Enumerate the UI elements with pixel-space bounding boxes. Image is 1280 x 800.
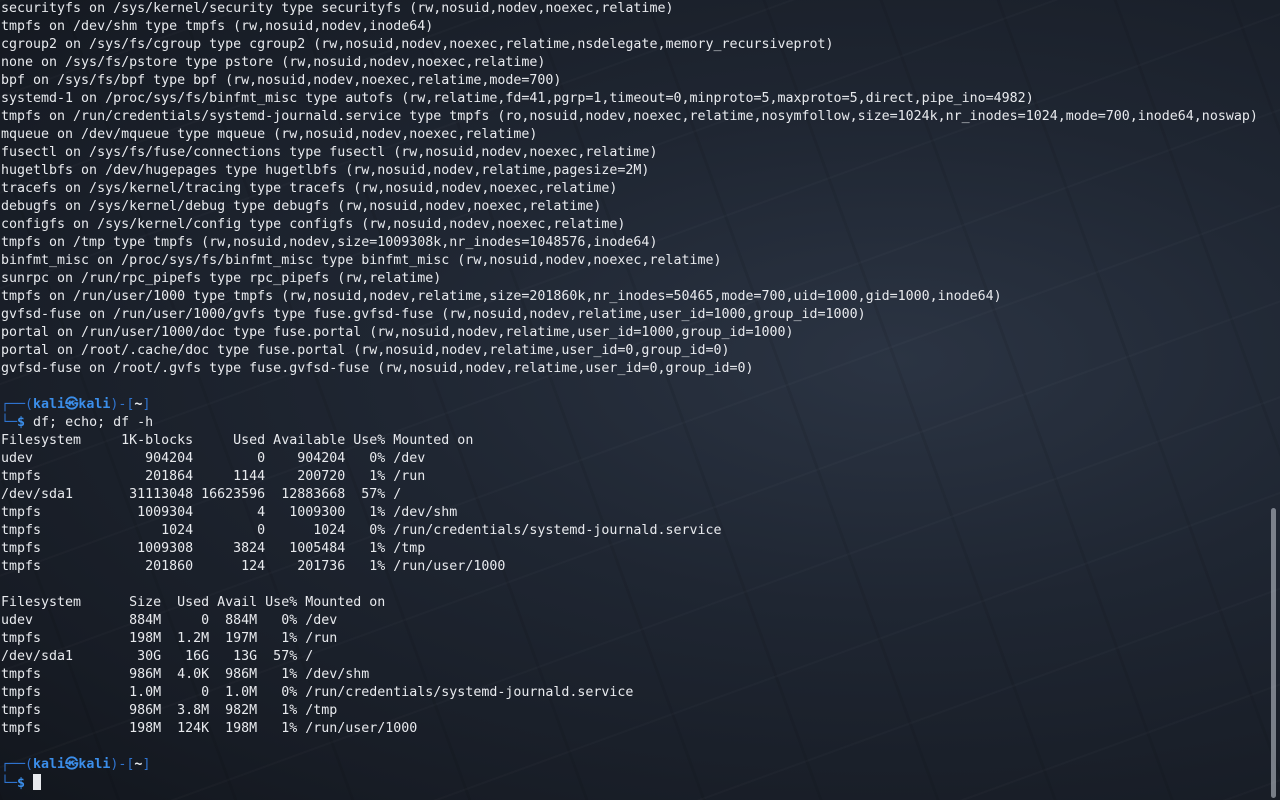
text-cursor[interactable] xyxy=(33,774,42,790)
mount-line: tmpfs on /tmp type tmpfs (rw,nosuid,node… xyxy=(1,235,658,250)
df-row: /dev/sda1 31113048 16623596 12883668 57%… xyxy=(1,487,402,502)
command-text: df; echo; df -h xyxy=(33,415,154,430)
mount-line: debugfs on /sys/kernel/debug type debugf… xyxy=(1,199,602,214)
df-row: udev 904204 0 904204 0% /dev xyxy=(1,451,426,466)
prompt-user: kali xyxy=(33,757,66,772)
mount-line: bpf on /sys/fs/bpf type bpf (rw,nosuid,n… xyxy=(1,73,562,88)
mount-line: tmpfs on /dev/shm type tmpfs (rw,nosuid,… xyxy=(1,19,434,34)
mount-line: fusectl on /sys/fs/fuse/connections type… xyxy=(1,145,658,160)
mount-line: binfmt_misc on /proc/sys/fs/binfmt_misc … xyxy=(1,253,722,268)
mount-line: securityfs on /sys/kernel/security type … xyxy=(1,1,674,16)
scrollbar[interactable] xyxy=(1266,0,1280,800)
terminal-output[interactable]: securityfs on /sys/kernel/security type … xyxy=(0,0,1266,800)
prompt-frame-mid: )-[ xyxy=(110,757,135,772)
prompt-dollar: $ xyxy=(17,415,26,430)
mount-line: tmpfs on /run/credentials/systemd-journa… xyxy=(1,109,1258,124)
df-h-row: tmpfs 1.0M 0 1.0M 0% /run/credentials/sy… xyxy=(1,685,634,700)
df-row: Filesystem 1K-blocks Used Available Use%… xyxy=(1,433,474,448)
prompt-line-input[interactable]: └─$ xyxy=(0,774,1266,792)
df-row: tmpfs 201864 1144 200720 1% /run xyxy=(1,469,426,484)
df-row: tmpfs 201860 124 201736 1% /run/user/100… xyxy=(1,559,506,574)
df-h-row: Filesystem Size Used Avail Use% Mounted … xyxy=(1,595,386,610)
prompt-host: kali xyxy=(78,397,111,412)
df-h-row: udev 884M 0 884M 0% /dev xyxy=(1,613,338,628)
df-row: tmpfs 1024 0 1024 0% /run/credentials/sy… xyxy=(1,523,722,538)
prompt-frame: ┌──( xyxy=(1,397,34,412)
mount-line: tracefs on /sys/kernel/tracing type trac… xyxy=(1,181,618,196)
scrollbar-thumb[interactable] xyxy=(1271,508,1276,798)
prompt-frame-bottom: └─ xyxy=(1,776,18,791)
df-h-row: tmpfs 198M 124K 198M 1% /run/user/1000 xyxy=(1,721,418,736)
mount-line: systemd-1 on /proc/sys/fs/binfmt_misc ty… xyxy=(1,91,1034,106)
mount-line: none on /sys/fs/pstore type pstore (rw,n… xyxy=(1,55,546,70)
prompt-user: kali xyxy=(33,397,66,412)
mount-line: portal on /run/user/1000/doc type fuse.p… xyxy=(1,325,794,340)
df-h-output: Filesystem Size Used Avail Use% Mounted … xyxy=(0,594,1266,738)
mount-line: configfs on /sys/kernel/config type conf… xyxy=(1,217,626,232)
df-output: Filesystem 1K-blocks Used Available Use%… xyxy=(0,432,1266,576)
mount-line: mqueue on /dev/mqueue type mqueue (rw,no… xyxy=(1,127,538,142)
prompt-frame-close: ] xyxy=(142,757,151,772)
mount-line: tmpfs on /run/user/1000 type tmpfs (rw,n… xyxy=(1,289,1002,304)
prompt-frame-bottom: └─ xyxy=(1,415,18,430)
prompt-frame: ┌──( xyxy=(1,757,34,772)
df-h-row: /dev/sda1 30G 16G 13G 57% / xyxy=(1,649,314,664)
prompt-line-top: ┌──(kali㉿kali)-[~] xyxy=(0,396,1266,414)
mount-line: cgroup2 on /sys/fs/cgroup type cgroup2 (… xyxy=(1,37,834,52)
df-row: tmpfs 1009304 4 1009300 1% /dev/shm xyxy=(1,505,458,520)
mount-line: gvfsd-fuse on /root/.gvfs type fuse.gvfs… xyxy=(1,361,754,376)
prompt-at-symbol: ㉿ xyxy=(65,397,79,412)
prompt-line-command: └─$ df; echo; df -h xyxy=(0,414,1266,432)
df-h-row: tmpfs 986M 4.0K 986M 1% /dev/shm xyxy=(1,667,370,682)
prompt-at-symbol: ㉿ xyxy=(65,757,79,772)
mount-line: gvfsd-fuse on /run/user/1000/gvfs type f… xyxy=(1,307,866,322)
prompt-host: kali xyxy=(78,757,111,772)
df-h-row: tmpfs 986M 3.8M 982M 1% /tmp xyxy=(1,703,338,718)
prompt-frame-close: ] xyxy=(142,397,151,412)
prompt-line-top: ┌──(kali㉿kali)-[~] xyxy=(0,756,1266,774)
mount-line: portal on /root/.cache/doc type fuse.por… xyxy=(1,343,730,358)
df-row: tmpfs 1009308 3824 1005484 1% /tmp xyxy=(1,541,426,556)
df-h-row: tmpfs 198M 1.2M 197M 1% /run xyxy=(1,631,338,646)
prompt-frame-mid: )-[ xyxy=(110,397,135,412)
mount-output: securityfs on /sys/kernel/security type … xyxy=(0,0,1266,378)
mount-line: sunrpc on /run/rpc_pipefs type rpc_pipef… xyxy=(1,271,442,286)
mount-line: hugetlbfs on /dev/hugepages type hugetlb… xyxy=(1,163,650,178)
prompt-dollar: $ xyxy=(17,776,26,791)
